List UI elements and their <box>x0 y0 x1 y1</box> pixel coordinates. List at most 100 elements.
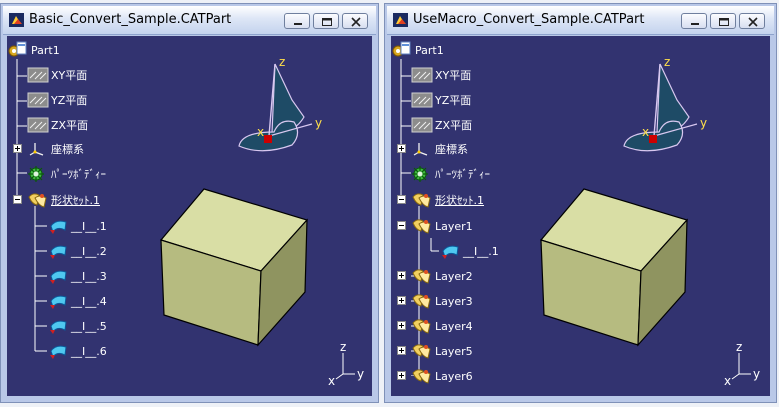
tree-node-yz-plane[interactable]: YZ平面 <box>27 90 87 110</box>
minimize-icon <box>294 23 302 25</box>
tree-label: XY平面 <box>435 69 472 82</box>
minimize-button[interactable] <box>681 13 707 29</box>
maximize-button[interactable] <box>313 13 339 29</box>
axis-x-label: x <box>328 374 335 386</box>
right-window: UseMacro_Convert_Sample.CATPart Part1 XY… <box>384 3 777 403</box>
surface-icon <box>50 220 67 234</box>
tree-label: Layer5 <box>435 344 473 358</box>
geometrical-set-icon <box>412 219 431 234</box>
close-icon <box>351 17 361 27</box>
tree-node-surface-5[interactable]: __I__.5 <box>47 316 107 336</box>
surface-icon <box>442 245 459 259</box>
title-bar[interactable]: Basic_Convert_Sample.CATPart <box>3 6 376 35</box>
tree-node-surface-1[interactable]: __I__.1 <box>439 241 499 261</box>
tree-node-xy-plane[interactable]: XY平面 <box>27 65 87 85</box>
tree-node-layer6[interactable]: Layer6 <box>411 366 473 386</box>
close-button[interactable] <box>342 13 368 29</box>
tree-node-surface-4[interactable]: __I__.4 <box>47 291 107 311</box>
surface-icon <box>50 295 67 309</box>
collapse-minus-icon[interactable] <box>397 221 406 230</box>
tree-node-zx-plane[interactable]: ZX平面 <box>411 115 472 135</box>
tree-label: Layer1 <box>435 219 473 233</box>
tree-label: __I__.4 <box>71 294 107 308</box>
tree-node-part-body[interactable]: ﾊﾟｰﾂﾎﾞﾃﾞｨｰ <box>411 164 490 184</box>
window-title: Basic_Convert_Sample.CATPart <box>29 12 232 27</box>
minimize-button[interactable] <box>284 13 310 29</box>
part-icon <box>392 41 411 57</box>
expand-plus-icon[interactable] <box>397 371 406 380</box>
tree-label: __I__.5 <box>71 319 107 333</box>
tree-label: Layer6 <box>435 369 473 383</box>
plane-icon <box>411 67 433 83</box>
tree-node-axis-system[interactable]: 座標系 <box>411 139 468 159</box>
axis-y-label: y <box>357 367 364 381</box>
maximize-icon <box>719 18 729 26</box>
expand-plus-icon[interactable] <box>397 144 406 153</box>
tree-node-layer3[interactable]: Layer3 <box>411 291 473 311</box>
tree-node-xy-plane[interactable]: XY平面 <box>411 65 471 85</box>
left-window: Basic_Convert_Sample.CATPart Part1 XY平面 … <box>0 3 379 403</box>
3d-viewport[interactable]: Part1 XY平面 YZ平面 ZX平面 座標系 ﾊﾟｰﾂﾎﾞﾃﾞｨｰ 形状ｾｯ… <box>391 36 770 396</box>
geometrical-set-icon <box>412 369 431 384</box>
axis-system-icon <box>413 143 428 156</box>
tree-node-layer5[interactable]: Layer5 <box>411 341 473 361</box>
part-body-icon <box>412 166 428 182</box>
axis-z-label: z <box>340 341 346 354</box>
tree-node-yz-plane[interactable]: YZ平面 <box>411 90 471 110</box>
tree-node-surface-3[interactable]: __I__.3 <box>47 266 107 286</box>
compass-widget[interactable]: z y x <box>617 52 717 164</box>
tree-node-part[interactable]: Part1 <box>7 40 60 60</box>
axis-indicator: z y x <box>328 341 364 386</box>
plane-icon <box>27 67 49 83</box>
axis-z-label: z <box>736 341 742 354</box>
catia-app-icon <box>9 13 24 27</box>
geometrical-set-icon <box>412 344 431 359</box>
part-icon <box>8 41 27 57</box>
tree-node-layer4[interactable]: Layer4 <box>411 316 473 336</box>
collapse-minus-icon[interactable] <box>13 195 22 204</box>
axis-indicator: z y x <box>724 341 760 386</box>
tree-node-geometrical-set[interactable]: 形状ｾｯﾄ.1 <box>411 190 484 210</box>
cube-model[interactable] <box>537 186 697 351</box>
tree-node-surface-2[interactable]: __I__.2 <box>47 241 107 261</box>
tree-node-surface-1[interactable]: __I__.1 <box>47 216 107 236</box>
geometrical-set-icon <box>412 193 431 208</box>
tree-label: XY平面 <box>51 69 88 82</box>
cube-model[interactable] <box>157 186 317 351</box>
catia-app-icon <box>393 13 408 27</box>
plane-icon <box>411 117 433 133</box>
tree-node-axis-system[interactable]: 座標系 <box>27 139 84 159</box>
tree-label: 形状ｾｯﾄ.1 <box>51 194 100 207</box>
expand-plus-icon[interactable] <box>13 144 22 153</box>
expand-plus-icon[interactable] <box>397 321 406 330</box>
tree-label: YZ平面 <box>435 94 472 107</box>
part-body-icon <box>28 166 44 182</box>
expand-plus-icon[interactable] <box>397 296 406 305</box>
3d-viewport[interactable]: Part1 XY平面 YZ平面 ZX平面 座標系 ﾊﾟｰﾂﾎﾞﾃﾞｨｰ 形状ｾｯ… <box>7 36 372 396</box>
compass-y-label: y <box>700 116 707 130</box>
surface-icon <box>50 320 67 334</box>
tree-label: __I__.3 <box>71 269 107 283</box>
tree-node-surface-6[interactable]: __I__.6 <box>47 341 107 361</box>
close-button[interactable] <box>739 13 765 29</box>
collapse-minus-icon[interactable] <box>397 195 406 204</box>
compass-x-label: x <box>642 125 649 139</box>
expand-plus-icon[interactable] <box>397 346 406 355</box>
tree-node-layer2[interactable]: Layer2 <box>411 266 473 286</box>
tree-node-zx-plane[interactable]: ZX平面 <box>27 115 88 135</box>
title-bar[interactable]: UseMacro_Convert_Sample.CATPart <box>387 6 774 35</box>
tree-label: Layer4 <box>435 319 473 333</box>
plane-icon <box>27 117 49 133</box>
expand-plus-icon[interactable] <box>397 271 406 280</box>
tree-node-geometrical-set[interactable]: 形状ｾｯﾄ.1 <box>27 190 100 210</box>
plane-icon <box>411 92 433 108</box>
maximize-button[interactable] <box>710 13 736 29</box>
tree-node-part[interactable]: Part1 <box>391 40 444 60</box>
tree-node-part-body[interactable]: ﾊﾟｰﾂﾎﾞﾃﾞｨｰ <box>27 164 106 184</box>
tree-label: Layer3 <box>435 294 473 308</box>
compass-widget[interactable]: z y x <box>232 52 332 164</box>
surface-icon <box>50 245 67 259</box>
close-icon <box>748 17 758 27</box>
tree-node-layer1[interactable]: Layer1 <box>411 216 473 236</box>
tree-label: Part1 <box>31 43 60 57</box>
